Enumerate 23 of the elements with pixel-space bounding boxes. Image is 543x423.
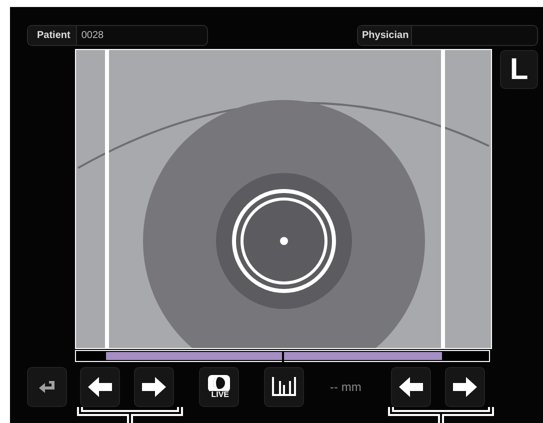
return-arrow-icon — [39, 381, 55, 393]
physician-field[interactable]: Physician — [357, 25, 538, 46]
measurement-text: -- mm — [330, 379, 362, 396]
patient-value: 0028 — [80, 29, 105, 43]
live-button[interactable]: LIVE — [199, 367, 239, 407]
right-arrow-button[interactable] — [445, 367, 486, 407]
patient-label: Patient — [28, 26, 78, 45]
right-arrow-button[interactable] — [134, 367, 174, 407]
center-dot — [280, 237, 288, 245]
left-arrow-button[interactable] — [80, 367, 120, 407]
bar-chart-icon — [271, 377, 297, 397]
return-button[interactable] — [27, 367, 67, 407]
left-arrow-button[interactable] — [391, 367, 432, 407]
live-label: LIVE — [210, 391, 230, 399]
histogram-button[interactable] — [264, 367, 304, 407]
right-arrow-icon — [453, 377, 478, 397]
eye-icon — [208, 375, 230, 392]
right-arrow-icon — [142, 377, 166, 397]
patient-field[interactable]: Patient 0028 — [27, 25, 208, 46]
left-arrow-icon — [399, 377, 424, 397]
physician-label: Physician — [358, 26, 412, 45]
eye-side-button[interactable]: L — [500, 50, 538, 89]
left-arrow-icon — [88, 377, 112, 397]
